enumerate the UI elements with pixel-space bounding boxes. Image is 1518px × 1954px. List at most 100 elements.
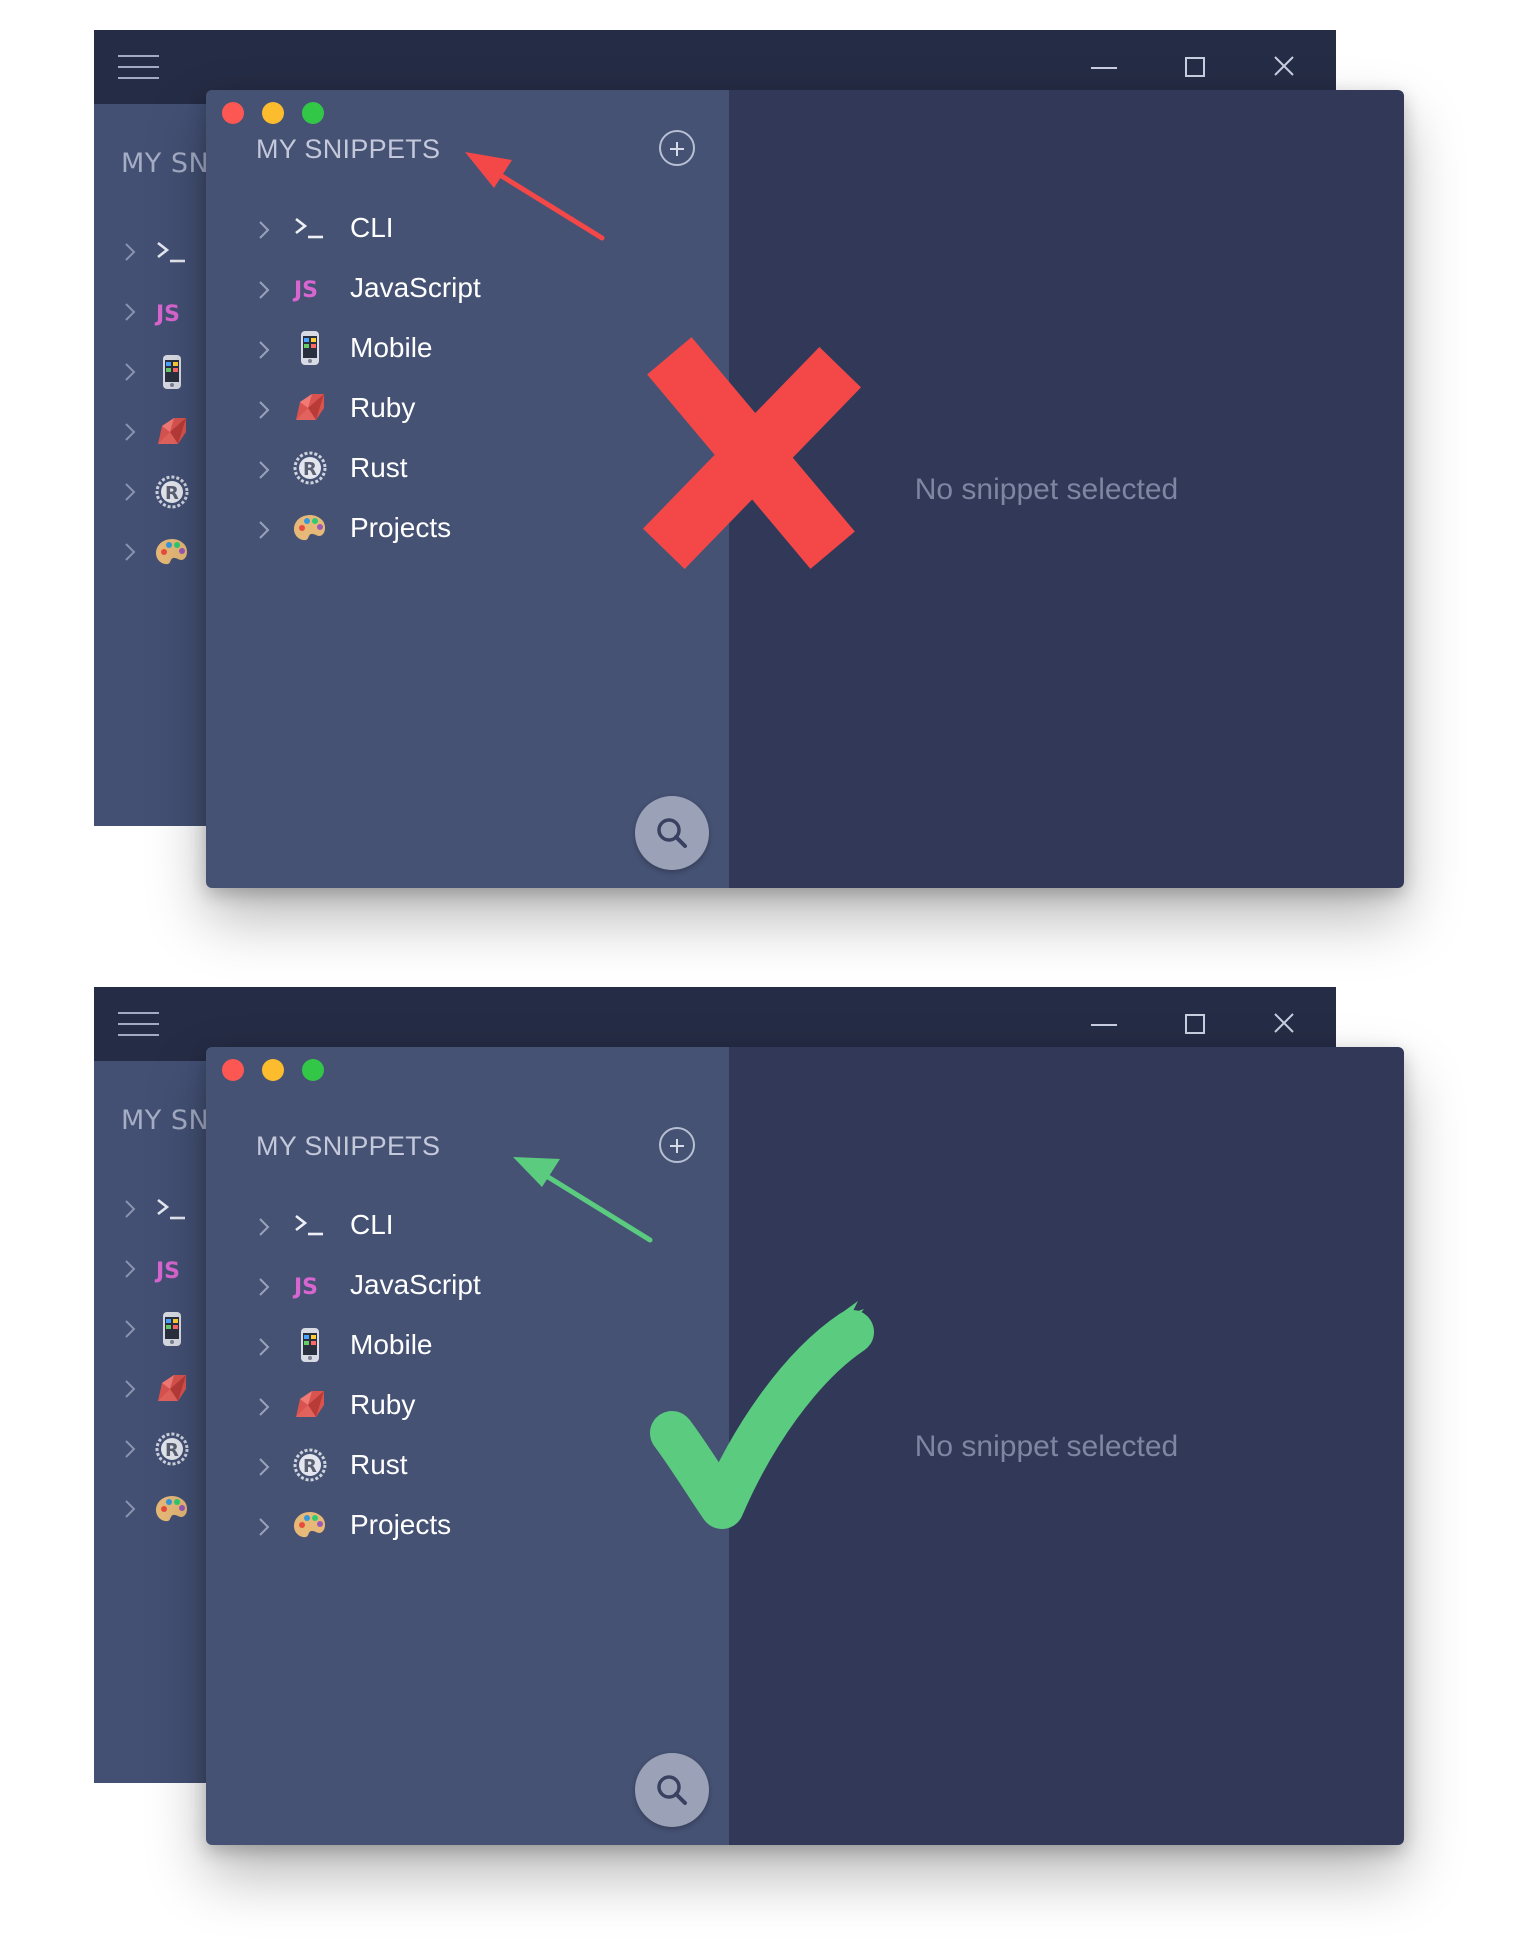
hamburger-menu-icon[interactable] <box>118 55 159 79</box>
sidebar-item-rust[interactable]: R Rust <box>258 446 678 490</box>
search-icon <box>657 1775 687 1805</box>
chevron-right-icon <box>125 1380 136 1398</box>
terminal-icon <box>295 1214 323 1236</box>
sidebar-header: MY SNIPPETS <box>256 1131 441 1161</box>
snippets-window: MY SNIPPETS CLI JS JavaScript Mobile Rub <box>206 90 1404 888</box>
sidebar-item-projects[interactable]: Projects <box>258 1503 678 1547</box>
minimize-button[interactable] <box>1084 1003 1124 1043</box>
chevron-right-icon <box>259 461 270 479</box>
sidebar-item-projects[interactable] <box>124 1489 214 1529</box>
zoom-button[interactable] <box>302 1059 324 1081</box>
sidebar-item-rust[interactable]: R <box>124 1429 214 1469</box>
chevron-right-icon <box>259 1518 270 1536</box>
js-icon: JS <box>154 302 180 327</box>
sidebar-item-cli[interactable] <box>124 1189 214 1229</box>
svg-text:JS: JS <box>154 302 180 327</box>
sidebar-item-projects[interactable]: Projects <box>258 506 678 550</box>
sidebar: MY SNIPPETS CLI JS JavaScript Mobile Rub <box>206 1047 729 1845</box>
minimize-button[interactable] <box>262 102 284 124</box>
main-pane: No snippet selected <box>729 1047 1404 1845</box>
sidebar-item-label: Mobile <box>350 332 433 363</box>
sidebar-item-label: Rust <box>350 1449 408 1480</box>
sidebar-item-label: Projects <box>350 1509 452 1540</box>
svg-text:JS: JS <box>154 1259 180 1284</box>
comparison-panel-incorrect: MY SN JS R MY SNIPPETS CLI JS JavaScript… <box>0 0 1518 977</box>
chevron-right-icon <box>125 483 136 501</box>
chevron-right-icon <box>125 1500 136 1518</box>
sidebar-item-mobile[interactable] <box>124 352 214 392</box>
sidebar-item-projects[interactable] <box>124 532 214 572</box>
minimize-button[interactable] <box>262 1059 284 1081</box>
chevron-right-icon <box>259 1398 270 1416</box>
close-button[interactable] <box>222 1059 244 1081</box>
sidebar-item-javascript[interactable]: JS JavaScript <box>258 1263 678 1307</box>
hamburger-menu-icon[interactable] <box>118 1012 159 1036</box>
rust-icon: R <box>155 475 189 509</box>
sidebar-item-label: CLI <box>350 212 394 243</box>
js-icon: JS <box>292 278 318 303</box>
minimize-button[interactable] <box>1084 46 1124 86</box>
maximize-button[interactable] <box>1174 46 1214 86</box>
mobile-phone-icon <box>301 331 319 365</box>
mobile-phone-icon <box>301 1328 319 1362</box>
sidebar-item-label: JavaScript <box>350 1269 481 1300</box>
sidebar-item-cli[interactable]: CLI <box>258 1203 678 1247</box>
palette-icon <box>156 539 187 565</box>
terminal-icon <box>157 241 185 263</box>
zoom-button[interactable] <box>302 102 324 124</box>
add-snippet-button[interactable] <box>659 1127 695 1163</box>
chevron-right-icon <box>259 1278 270 1296</box>
sidebar-header: MY SN <box>121 148 210 179</box>
sidebar-item-rust[interactable]: R <box>124 472 214 512</box>
sidebar-item-mobile[interactable] <box>124 1309 214 1349</box>
sidebar-item-ruby[interactable]: Ruby <box>258 1383 678 1427</box>
chevron-right-icon <box>259 341 270 359</box>
sidebar-item-ruby[interactable]: Ruby <box>258 386 678 430</box>
maximize-button[interactable] <box>1174 1003 1214 1043</box>
chevron-right-icon <box>125 243 136 261</box>
chevron-right-icon <box>259 401 270 419</box>
sidebar-item-javascript[interactable]: JS <box>124 292 214 332</box>
chevron-right-icon <box>259 1218 270 1236</box>
close-button[interactable] <box>1264 46 1304 86</box>
sidebar-item-javascript[interactable]: JS JavaScript <box>258 266 678 310</box>
rust-icon: R <box>293 1448 327 1482</box>
close-icon <box>1274 56 1294 76</box>
close-button[interactable] <box>1264 1003 1304 1043</box>
add-snippet-button[interactable] <box>659 130 695 166</box>
svg-text:R: R <box>165 1440 179 1461</box>
search-button[interactable] <box>635 1753 709 1827</box>
sidebar: MY SNIPPETS CLI JS JavaScript Mobile Rub <box>206 90 729 888</box>
svg-text:JS: JS <box>292 278 318 303</box>
chevron-right-icon <box>259 521 270 539</box>
sidebar-item-javascript[interactable]: JS <box>124 1249 214 1289</box>
svg-text:R: R <box>303 1456 317 1477</box>
chevron-right-icon <box>125 303 136 321</box>
mobile-phone-icon <box>163 355 181 389</box>
sidebar-item-mobile[interactable]: Mobile <box>258 1323 678 1367</box>
chevron-right-icon <box>125 1200 136 1218</box>
search-icon <box>657 818 687 848</box>
terminal-icon <box>295 217 323 239</box>
sidebar-item-rust[interactable]: R Rust <box>258 1443 678 1487</box>
chevron-right-icon <box>259 1458 270 1476</box>
chevron-right-icon <box>259 221 270 239</box>
search-button[interactable] <box>635 796 709 870</box>
svg-text:R: R <box>303 459 317 480</box>
mobile-phone-icon <box>163 1312 181 1346</box>
chevron-right-icon <box>125 363 136 381</box>
sidebar-item-ruby[interactable] <box>124 412 214 452</box>
terminal-icon <box>157 1198 185 1220</box>
empty-state-message: No snippet selected <box>914 1430 1179 1463</box>
close-icon <box>1274 1013 1294 1033</box>
sidebar-item-label: CLI <box>350 1209 394 1240</box>
sidebar-item-mobile[interactable]: Mobile <box>258 326 678 370</box>
chevron-right-icon <box>125 543 136 561</box>
ruby-icon <box>296 1391 324 1417</box>
sidebar-item-cli[interactable] <box>124 232 214 272</box>
close-button[interactable] <box>222 102 244 124</box>
chevron-right-icon <box>125 423 136 441</box>
svg-text:JS: JS <box>292 1275 318 1300</box>
sidebar-item-ruby[interactable] <box>124 1369 214 1409</box>
sidebar-item-cli[interactable]: CLI <box>258 206 678 250</box>
